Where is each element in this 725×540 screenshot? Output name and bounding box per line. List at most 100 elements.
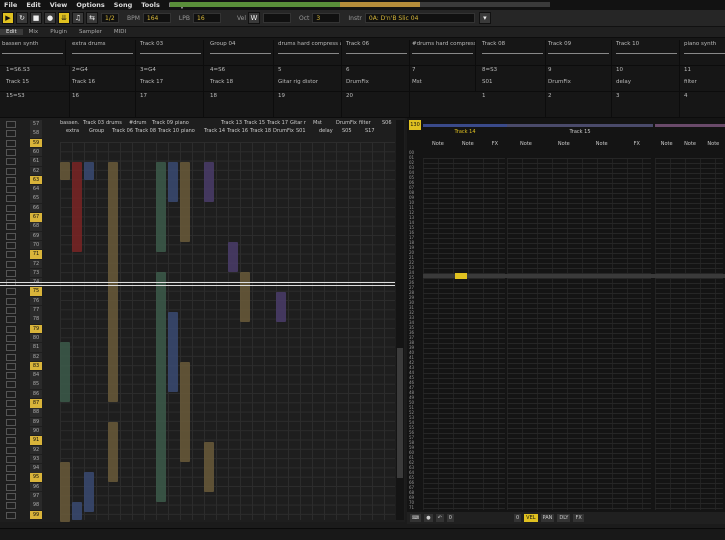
note-block[interactable]: [204, 442, 214, 492]
pan-toggle[interactable]: PAN: [540, 514, 555, 522]
mute-box[interactable]: [6, 167, 16, 175]
line-row[interactable]: 61: [0, 157, 58, 166]
pattern-scrollbar[interactable]: [396, 120, 404, 520]
mute-box[interactable]: [6, 204, 16, 212]
line-row[interactable]: 80: [0, 333, 58, 343]
instr-dropdown-icon[interactable]: ▾: [478, 12, 491, 24]
record-icon-2[interactable]: ●: [424, 514, 433, 522]
mute-box[interactable]: [6, 446, 16, 454]
scope-row2-0[interactable]: 1=S6.S3 Track 15: [4, 66, 70, 92]
line-row[interactable]: 68: [0, 222, 58, 231]
vel-field[interactable]: [263, 13, 291, 23]
scope-row3-7[interactable]: 2: [546, 92, 612, 118]
mute-box[interactable]: [6, 502, 16, 510]
mute-box[interactable]: [6, 316, 16, 324]
mute-box[interactable]: [6, 409, 16, 417]
scope-row3-5[interactable]: 20: [344, 92, 410, 118]
line-row[interactable]: 58: [0, 129, 58, 138]
mute-box[interactable]: [6, 148, 16, 156]
note-block[interactable]: [168, 162, 178, 202]
mute-box[interactable]: [6, 390, 16, 398]
column-head[interactable]: Note: [520, 141, 532, 147]
line-row[interactable]: 95: [0, 473, 58, 482]
menu-song[interactable]: Song: [110, 1, 137, 9]
mute-box[interactable]: [6, 381, 16, 389]
scope-row1-7[interactable]: Track 08: [480, 40, 546, 66]
scope-row1-8[interactable]: Track 09: [546, 40, 612, 66]
column-head[interactable]: Note: [707, 141, 719, 147]
record-icon[interactable]: ●: [44, 12, 56, 24]
mute-box[interactable]: [6, 251, 16, 259]
line-row[interactable]: 93: [0, 454, 58, 464]
mute-box[interactable]: [6, 325, 16, 333]
track-header[interactable]: Track 15: [244, 120, 265, 126]
line-row[interactable]: 92: [0, 445, 58, 455]
scope-row2-10[interactable]: 11 filter: [682, 66, 725, 92]
scope-row2-7[interactable]: 8=S3 S01: [480, 66, 546, 92]
mute-box[interactable]: [6, 260, 16, 268]
track-header[interactable]: Track 03: [83, 120, 104, 126]
pattern-sync-icon[interactable]: ⇆: [86, 12, 98, 24]
tab-edit[interactable]: Edit: [0, 29, 23, 35]
stop-icon[interactable]: ■: [30, 12, 42, 24]
tab-midi[interactable]: MIDI: [108, 29, 132, 35]
undo-icon[interactable]: ↶: [435, 514, 444, 522]
lpb-field[interactable]: 16: [193, 13, 221, 23]
bpm-field[interactable]: 164: [142, 13, 171, 23]
tab-sampler[interactable]: Sampler: [73, 29, 108, 35]
note-block[interactable]: [228, 242, 238, 272]
mute-box[interactable]: [6, 511, 16, 519]
play-icon[interactable]: ▶: [2, 12, 14, 24]
mute-box[interactable]: [6, 121, 16, 128]
mute-box[interactable]: [6, 493, 16, 500]
line-row[interactable]: 89: [0, 417, 58, 427]
pattern-grid[interactable]: [60, 142, 395, 522]
line-row[interactable]: 91: [0, 436, 58, 445]
instrument-selector[interactable]: 0A: D'n'B Slic 04: [364, 13, 475, 23]
scope-row2-8[interactable]: 9 DrumFix: [546, 66, 612, 92]
mute-box[interactable]: [6, 297, 16, 305]
vel-toggle[interactable]: VEL: [524, 514, 538, 522]
track-header[interactable]: Track 13: [221, 120, 242, 126]
mute-box[interactable]: [6, 334, 16, 342]
line-row[interactable]: 65: [0, 194, 58, 203]
phrase-note-cell[interactable]: [455, 273, 467, 279]
mute-box[interactable]: [6, 483, 16, 491]
scope-row3-6[interactable]: 1: [480, 92, 546, 118]
fx-toggle[interactable]: FX: [573, 514, 584, 522]
mute-box[interactable]: [6, 139, 16, 147]
line-row[interactable]: 59: [0, 138, 58, 148]
line-row[interactable]: 70: [0, 240, 58, 250]
value-field[interactable]: 0: [446, 514, 454, 522]
keyboard-icon[interactable]: ⌨: [410, 514, 422, 522]
note-block[interactable]: [60, 462, 70, 522]
line-row[interactable]: 71: [0, 250, 58, 259]
line-row[interactable]: 76: [0, 296, 58, 306]
mute-box[interactable]: [6, 186, 16, 194]
column-head[interactable]: Note: [558, 141, 570, 147]
track-header[interactable]: Track 16: [227, 128, 248, 134]
phrase-grid[interactable]: [507, 158, 651, 510]
track-header[interactable]: Track 06: [112, 128, 133, 134]
line-row[interactable]: 73: [0, 268, 58, 278]
mute-box[interactable]: [6, 437, 16, 445]
scope-row3-3[interactable]: 18: [208, 92, 274, 118]
note-block[interactable]: [72, 162, 82, 252]
scope-row3-8[interactable]: 3: [614, 92, 680, 118]
line-row[interactable]: 69: [0, 231, 58, 241]
track-header[interactable]: Group: [89, 128, 104, 134]
track-header[interactable]: Mst: [313, 120, 322, 126]
mute-box[interactable]: [6, 474, 16, 482]
track-header[interactable]: Track 09: [152, 120, 173, 126]
line-row[interactable]: 99: [0, 510, 58, 520]
track-header[interactable]: #drum: [129, 120, 146, 126]
line-row[interactable]: 64: [0, 185, 58, 194]
scope-row1-1[interactable]: extra drums: [70, 40, 136, 66]
line-row[interactable]: 96: [0, 482, 58, 492]
note-block[interactable]: [156, 272, 166, 502]
line-row[interactable]: 86: [0, 389, 58, 399]
track-header[interactable]: S06: [382, 120, 392, 126]
menu-file[interactable]: File: [0, 1, 22, 9]
track-header[interactable]: bassen.: [60, 120, 79, 126]
menu-view[interactable]: View: [46, 1, 73, 9]
